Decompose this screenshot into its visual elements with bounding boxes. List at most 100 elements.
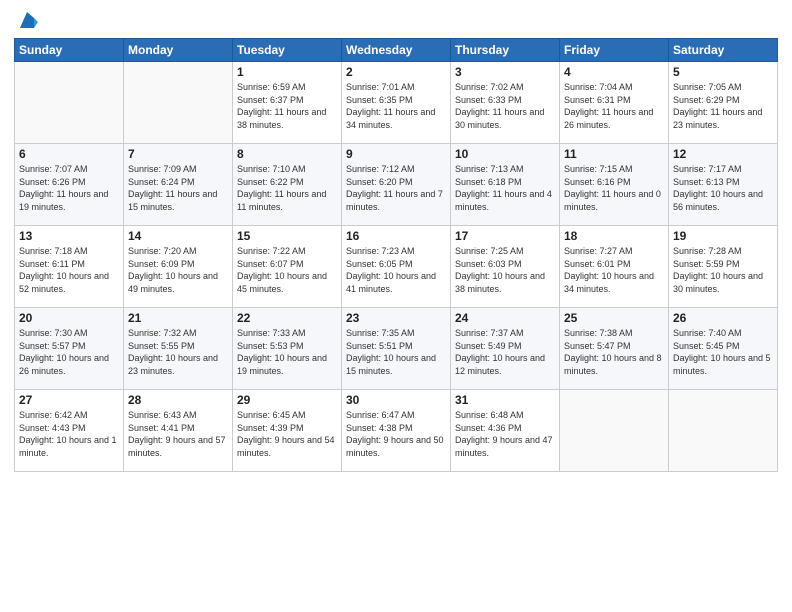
day-number: 22 (237, 311, 337, 325)
calendar-cell: 25 Sunrise: 7:38 AM Sunset: 5:47 PM Dayli… (560, 308, 669, 390)
day-info: Sunrise: 7:07 AM Sunset: 6:26 PM Dayligh… (19, 163, 119, 213)
day-number: 9 (346, 147, 446, 161)
calendar-cell: 5Sunrise: 7:05 AM Sunset: 6:29 PM Daylig… (669, 62, 778, 144)
day-number: 15 (237, 229, 337, 243)
day-number: 19 (673, 229, 773, 243)
day-info: Sunrise: 7:18 AM Sunset: 6:11 PM Dayligh… (19, 245, 119, 295)
day-number: 20 (19, 311, 119, 325)
day-info: Sunrise: 7:17 AM Sunset: 6:13 PM Dayligh… (673, 163, 773, 213)
day-info: Sunrise: 7:20 AM Sunset: 6:09 PM Dayligh… (128, 245, 228, 295)
day-info: Sunrise: 6:48 AM Sunset: 4:36 PM Dayligh… (455, 409, 555, 459)
day-number: 5 (673, 65, 773, 79)
calendar-cell: 14 Sunrise: 7:20 AM Sunset: 6:09 PM Dayli… (124, 226, 233, 308)
day-info: Sunrise: 7:28 AM Sunset: 5:59 PM Dayligh… (673, 245, 773, 295)
day-number: 4 (564, 65, 664, 79)
calendar-cell: 16Sunrise: 7:23 AM Sunset: 6:05 PM Dayli… (342, 226, 451, 308)
calendar-cell: 10 Sunrise: 7:13 AM Sunset: 6:18 PM Dayli… (451, 144, 560, 226)
day-info: Sunrise: 7:35 AM Sunset: 5:51 PM Dayligh… (346, 327, 446, 377)
day-number: 12 (673, 147, 773, 161)
calendar-day-header: Wednesday (342, 39, 451, 62)
calendar-cell: 13 Sunrise: 7:18 AM Sunset: 6:11 PM Dayli… (15, 226, 124, 308)
calendar-cell: 18 Sunrise: 7:27 AM Sunset: 6:01 PM Dayli… (560, 226, 669, 308)
day-info: Sunrise: 7:04 AM Sunset: 6:31 PM Dayligh… (564, 81, 664, 131)
calendar-cell: 29 Sunrise: 6:45 AM Sunset: 4:39 PM Dayli… (233, 390, 342, 472)
header (14, 10, 778, 32)
calendar-cell: 31 Sunrise: 6:48 AM Sunset: 4:36 PM Dayli… (451, 390, 560, 472)
calendar-cell: 30 Sunrise: 6:47 AM Sunset: 4:38 PM Dayli… (342, 390, 451, 472)
day-info: Sunrise: 7:40 AM Sunset: 5:45 PM Dayligh… (673, 327, 773, 377)
day-info: Sunrise: 7:27 AM Sunset: 6:01 PM Dayligh… (564, 245, 664, 295)
calendar-cell: 6 Sunrise: 7:07 AM Sunset: 6:26 PM Daylig… (15, 144, 124, 226)
page: SundayMondayTuesdayWednesdayThursdayFrid… (0, 0, 792, 612)
calendar-cell: 28 Sunrise: 6:43 AM Sunset: 4:41 PM Dayli… (124, 390, 233, 472)
day-number: 11 (564, 147, 664, 161)
calendar-day-header: Sunday (15, 39, 124, 62)
day-info: Sunrise: 7:38 AM Sunset: 5:47 PM Dayligh… (564, 327, 664, 377)
day-info: Sunrise: 7:09 AM Sunset: 6:24 PM Dayligh… (128, 163, 228, 213)
day-number: 18 (564, 229, 664, 243)
day-info: Sunrise: 6:47 AM Sunset: 4:38 PM Dayligh… (346, 409, 446, 459)
day-info: Sunrise: 7:02 AM Sunset: 6:33 PM Dayligh… (455, 81, 555, 131)
calendar-cell: 7 Sunrise: 7:09 AM Sunset: 6:24 PM Daylig… (124, 144, 233, 226)
calendar-cell: 19 Sunrise: 7:28 AM Sunset: 5:59 PM Dayli… (669, 226, 778, 308)
calendar-day-header: Friday (560, 39, 669, 62)
day-info: Sunrise: 6:45 AM Sunset: 4:39 PM Dayligh… (237, 409, 337, 459)
day-info: Sunrise: 7:10 AM Sunset: 6:22 PM Dayligh… (237, 163, 337, 213)
day-number: 31 (455, 393, 555, 407)
calendar-cell: 23 Sunrise: 7:35 AM Sunset: 5:51 PM Dayli… (342, 308, 451, 390)
day-number: 2 (346, 65, 446, 79)
calendar-cell: 3 Sunrise: 7:02 AM Sunset: 6:33 PM Daylig… (451, 62, 560, 144)
calendar-week-row: 13 Sunrise: 7:18 AM Sunset: 6:11 PM Dayli… (15, 226, 778, 308)
day-info: Sunrise: 6:43 AM Sunset: 4:41 PM Dayligh… (128, 409, 228, 459)
day-number: 23 (346, 311, 446, 325)
calendar-week-row: 27Sunrise: 6:42 AM Sunset: 4:43 PM Dayli… (15, 390, 778, 472)
day-info: Sunrise: 7:15 AM Sunset: 6:16 PM Dayligh… (564, 163, 664, 213)
day-number: 10 (455, 147, 555, 161)
day-info: Sunrise: 7:13 AM Sunset: 6:18 PM Dayligh… (455, 163, 555, 213)
calendar-day-header: Tuesday (233, 39, 342, 62)
day-number: 28 (128, 393, 228, 407)
day-number: 7 (128, 147, 228, 161)
day-info: Sunrise: 7:30 AM Sunset: 5:57 PM Dayligh… (19, 327, 119, 377)
calendar-cell: 27Sunrise: 6:42 AM Sunset: 4:43 PM Dayli… (15, 390, 124, 472)
day-number: 29 (237, 393, 337, 407)
day-number: 3 (455, 65, 555, 79)
calendar-cell (560, 390, 669, 472)
day-number: 16 (346, 229, 446, 243)
day-number: 24 (455, 311, 555, 325)
calendar-cell (15, 62, 124, 144)
calendar-cell: 1 Sunrise: 6:59 AM Sunset: 6:37 PM Daylig… (233, 62, 342, 144)
day-number: 26 (673, 311, 773, 325)
day-info: Sunrise: 7:32 AM Sunset: 5:55 PM Dayligh… (128, 327, 228, 377)
day-info: Sunrise: 7:33 AM Sunset: 5:53 PM Dayligh… (237, 327, 337, 377)
calendar-cell: 17Sunrise: 7:25 AM Sunset: 6:03 PM Dayli… (451, 226, 560, 308)
day-number: 6 (19, 147, 119, 161)
day-info: Sunrise: 7:01 AM Sunset: 6:35 PM Dayligh… (346, 81, 446, 131)
day-number: 21 (128, 311, 228, 325)
calendar-cell: 2 Sunrise: 7:01 AM Sunset: 6:35 PM Daylig… (342, 62, 451, 144)
day-info: Sunrise: 6:59 AM Sunset: 6:37 PM Dayligh… (237, 81, 337, 131)
calendar-cell: 24 Sunrise: 7:37 AM Sunset: 5:49 PM Dayli… (451, 308, 560, 390)
day-number: 25 (564, 311, 664, 325)
logo-icon (16, 10, 38, 32)
calendar-table: SundayMondayTuesdayWednesdayThursdayFrid… (14, 38, 778, 472)
calendar-day-header: Thursday (451, 39, 560, 62)
calendar-cell: 12 Sunrise: 7:17 AM Sunset: 6:13 PM Dayli… (669, 144, 778, 226)
calendar-cell: 15 Sunrise: 7:22 AM Sunset: 6:07 PM Dayli… (233, 226, 342, 308)
day-number: 30 (346, 393, 446, 407)
calendar-cell: 9Sunrise: 7:12 AM Sunset: 6:20 PM Daylig… (342, 144, 451, 226)
day-number: 1 (237, 65, 337, 79)
calendar-week-row: 6 Sunrise: 7:07 AM Sunset: 6:26 PM Daylig… (15, 144, 778, 226)
day-info: Sunrise: 7:37 AM Sunset: 5:49 PM Dayligh… (455, 327, 555, 377)
calendar-cell: 20 Sunrise: 7:30 AM Sunset: 5:57 PM Dayli… (15, 308, 124, 390)
day-info: Sunrise: 7:22 AM Sunset: 6:07 PM Dayligh… (237, 245, 337, 295)
day-number: 14 (128, 229, 228, 243)
calendar-week-row: 20 Sunrise: 7:30 AM Sunset: 5:57 PM Dayli… (15, 308, 778, 390)
calendar-cell: 8 Sunrise: 7:10 AM Sunset: 6:22 PM Daylig… (233, 144, 342, 226)
calendar-header-row: SundayMondayTuesdayWednesdayThursdayFrid… (15, 39, 778, 62)
day-number: 13 (19, 229, 119, 243)
calendar-week-row: 1 Sunrise: 6:59 AM Sunset: 6:37 PM Daylig… (15, 62, 778, 144)
calendar-cell: 4 Sunrise: 7:04 AM Sunset: 6:31 PM Daylig… (560, 62, 669, 144)
day-number: 8 (237, 147, 337, 161)
calendar-day-header: Saturday (669, 39, 778, 62)
